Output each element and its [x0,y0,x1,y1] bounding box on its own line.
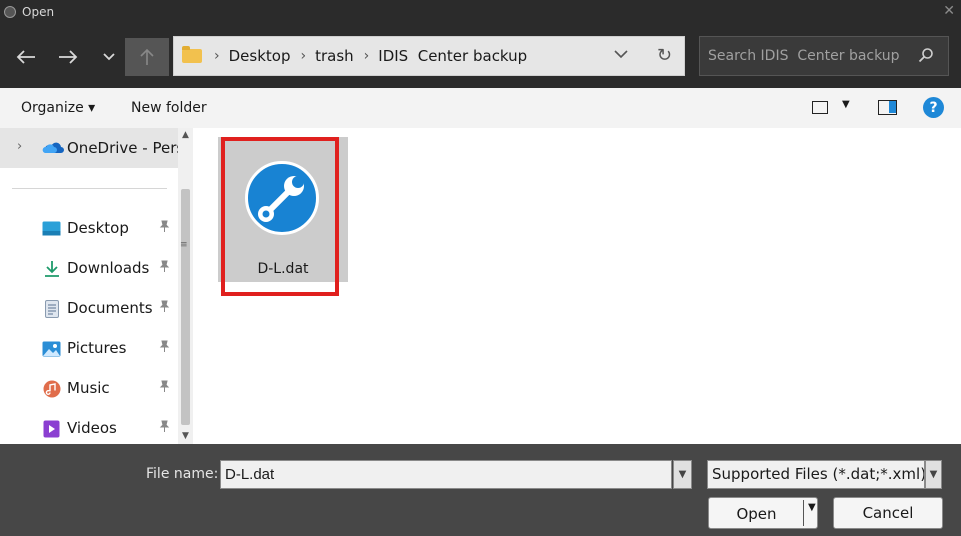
file-list-pane: D-L.dat [193,128,961,444]
navigation-bar: › Desktop › trash › IDIS Center backup ↻… [0,26,961,88]
scroll-down-icon[interactable]: ▼ [178,429,193,444]
pin-icon[interactable] [159,300,170,315]
breadcrumb-trash[interactable]: trash [315,47,354,65]
open-options-arrow-icon[interactable]: ▼ [808,502,816,513]
view-options-arrow-icon[interactable]: ▼ [842,99,850,110]
sidebar-scrollbar[interactable]: ▲ ≡ ▼ [178,128,193,444]
open-button-label: Open [736,505,777,523]
organize-button[interactable]: Organize ▾ [21,100,95,116]
chevron-down-icon [103,53,115,61]
dialog-footer: File name: ▼ Supported Files (*.dat;*.xm… [0,444,961,536]
up-folder-button[interactable] [125,38,169,76]
sidebar-item-label: OneDrive - Perso [67,139,178,157]
search-placeholder: Search IDIS Center backup [708,48,900,64]
sidebar-item-videos[interactable]: Videos [0,412,178,444]
new-folder-button[interactable]: New folder [131,100,207,116]
file-name-label: File name: [146,466,219,482]
help-icon[interactable]: ? [923,97,944,118]
address-dropdown-icon[interactable] [614,47,628,63]
annotation-highlight-box [221,137,339,296]
recent-locations-button[interactable] [96,38,122,76]
breadcrumb-idis-center-backup[interactable]: IDIS Center backup [378,47,527,65]
folder-icon [182,46,202,63]
close-icon[interactable]: ✕ [943,3,955,19]
pin-icon[interactable] [159,260,170,275]
pictures-icon [42,340,61,357]
navigation-pane: › OneDrive - Perso Desktop Downloads Doc… [0,128,193,444]
sidebar-item-pictures[interactable]: Pictures [0,332,178,364]
pin-icon[interactable] [159,380,170,395]
sidebar-divider [12,188,167,189]
documents-icon [42,299,61,318]
cancel-button[interactable]: Cancel [833,497,943,529]
expand-chevron-icon[interactable]: › [17,139,22,154]
breadcrumb-separator-icon: › [214,48,220,64]
split-divider [803,500,804,526]
search-box[interactable]: Search IDIS Center backup [699,36,949,76]
refresh-icon[interactable]: ↻ [657,45,672,66]
sidebar-item-music[interactable]: Music [0,372,178,404]
arrow-right-icon [59,50,78,64]
search-icon[interactable] [918,47,934,67]
window-title: Open [22,5,55,19]
file-type-select[interactable]: Supported Files (*.dat;*.xml) [707,460,925,489]
videos-icon [42,420,61,437]
file-name-input[interactable] [220,460,672,489]
arrow-up-icon [140,48,154,65]
scrollbar-thumb[interactable] [181,189,190,425]
app-icon [4,6,16,18]
forward-button[interactable] [50,38,86,76]
change-view-icon[interactable] [812,101,828,114]
command-bar: Organize ▾ New folder ▼ ? [0,88,961,128]
sidebar-item-label: Videos [67,419,117,437]
file-name-dropdown-icon[interactable]: ▼ [673,460,692,489]
sidebar-item-documents[interactable]: Documents [0,292,178,324]
sidebar-item-label: Downloads [67,259,150,277]
title-bar: Open ✕ [0,0,961,26]
breadcrumb-desktop[interactable]: Desktop [229,47,291,65]
onedrive-cloud-icon [42,142,64,153]
pin-icon[interactable] [159,420,170,435]
preview-pane-icon[interactable] [878,100,897,115]
sidebar-item-label: Pictures [67,339,127,357]
scroll-grip-icon: ≡ [180,240,188,250]
pin-icon[interactable] [159,340,170,355]
open-button[interactable]: Open ▼ [708,497,818,529]
music-icon [42,380,61,397]
sidebar-item-downloads[interactable]: Downloads [0,252,178,284]
sidebar-item-label: Documents [67,299,153,317]
sidebar-item-desktop[interactable]: Desktop [0,212,178,244]
scroll-up-icon[interactable]: ▲ [178,128,193,143]
breadcrumb: › Desktop › trash › IDIS Center backup [208,47,527,65]
arrow-left-icon [16,50,35,64]
file-type-dropdown-icon[interactable]: ▼ [925,460,942,489]
sidebar-item-label: Music [67,379,110,397]
breadcrumb-separator-icon: › [300,48,307,64]
address-bar[interactable]: › Desktop › trash › IDIS Center backup ↻ [173,36,685,76]
sidebar-item-onedrive[interactable]: › OneDrive - Perso [0,128,178,168]
desktop-icon [42,220,61,237]
download-icon [42,260,61,277]
pin-icon[interactable] [159,220,170,235]
back-button[interactable] [8,38,44,76]
breadcrumb-separator-icon: › [363,48,370,64]
sidebar-item-label: Desktop [67,219,129,237]
